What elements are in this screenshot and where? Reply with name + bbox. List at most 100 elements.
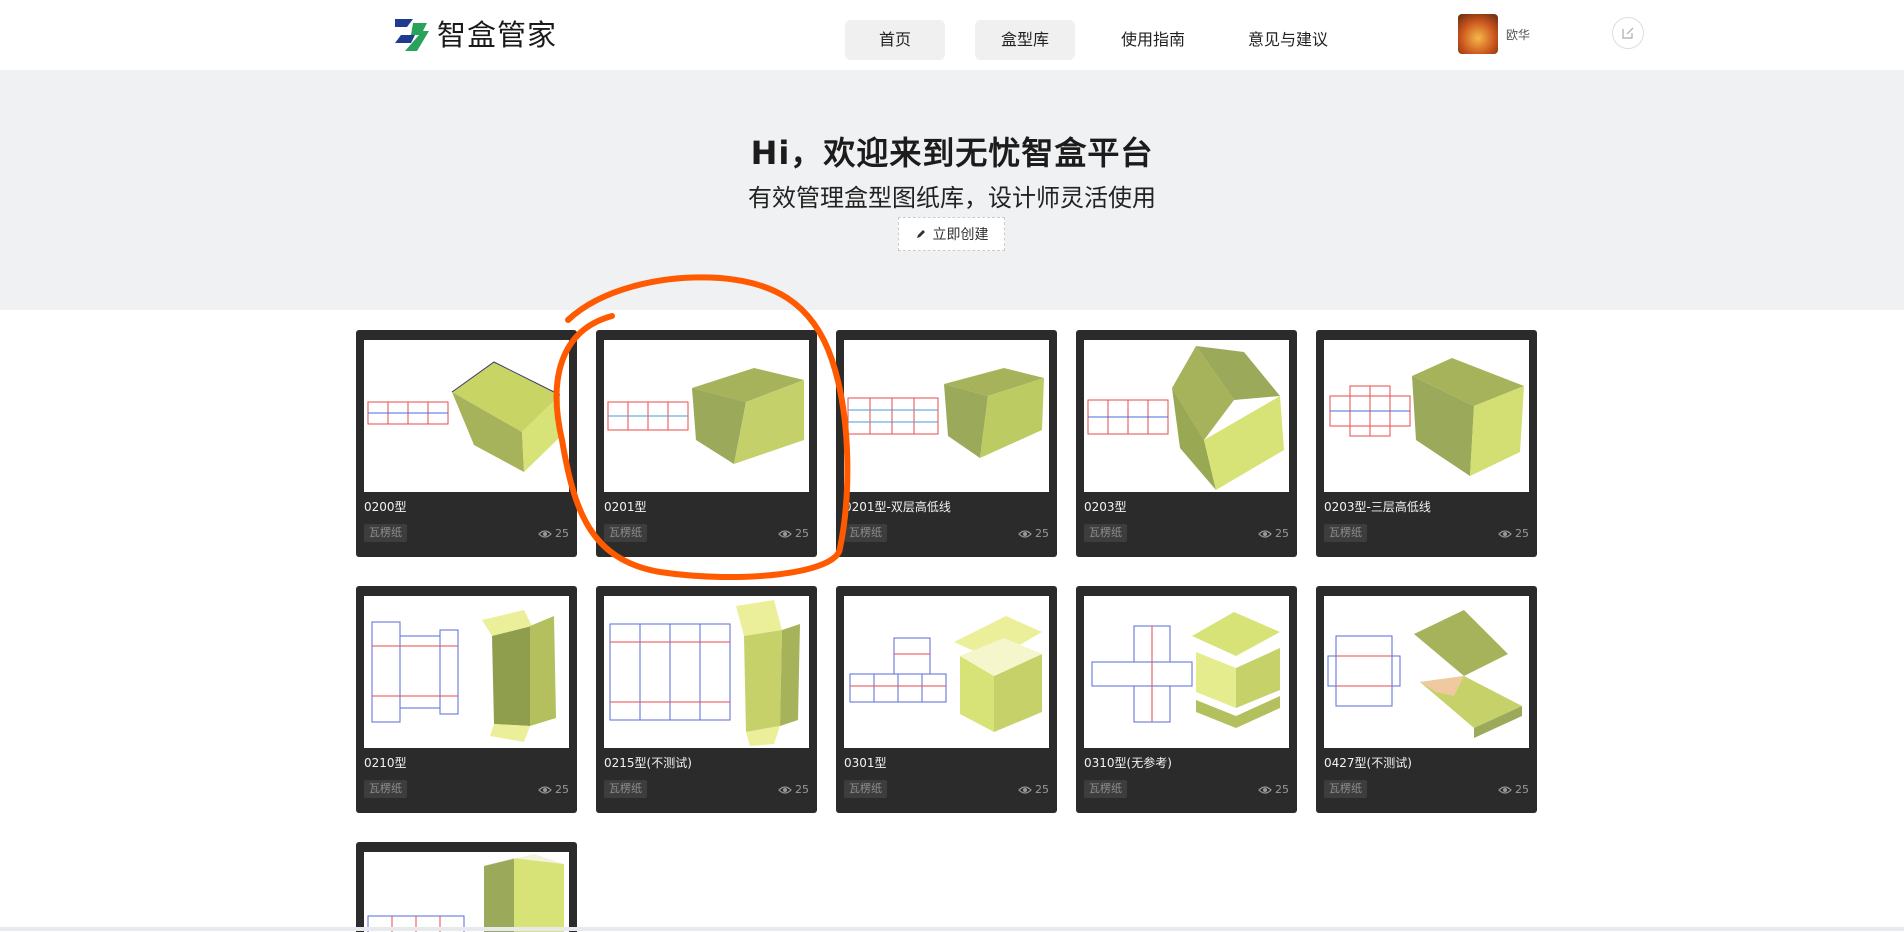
edit-icon bbox=[1622, 27, 1634, 39]
view-count-value: 25 bbox=[1515, 527, 1529, 540]
view-count: 25 bbox=[538, 527, 569, 540]
box-thumbnail bbox=[364, 596, 569, 748]
material-tag: 瓦楞纸 bbox=[1084, 524, 1127, 542]
view-count-value: 25 bbox=[1275, 783, 1289, 796]
logo-text: 智盒管家 bbox=[437, 18, 558, 52]
nav-feedback[interactable]: 意见与建议 bbox=[1233, 20, 1343, 60]
create-label: 立即创建 bbox=[932, 227, 989, 243]
eye-icon bbox=[1258, 785, 1272, 794]
logo[interactable]: 智盒管家 bbox=[393, 12, 557, 54]
box-thumbnail bbox=[1084, 340, 1289, 492]
nav-guide[interactable]: 使用指南 bbox=[1103, 20, 1203, 60]
box-thumbnail bbox=[604, 596, 809, 748]
box-preview-image bbox=[849, 616, 1042, 732]
view-count: 25 bbox=[1018, 527, 1049, 540]
box-thumbnail bbox=[1084, 596, 1289, 748]
box-card-0215[interactable]: 0215型(不测试) 瓦楞纸 25 bbox=[596, 586, 817, 813]
bottom-divider bbox=[0, 927, 1904, 931]
box-card-0200[interactable]: 0200型 瓦楞纸 25 bbox=[356, 330, 577, 557]
box-thumbnail bbox=[364, 852, 569, 932]
box-preview-image bbox=[367, 854, 564, 932]
view-count: 25 bbox=[1258, 783, 1289, 796]
view-count-value: 25 bbox=[1515, 783, 1529, 796]
box-preview-image bbox=[609, 600, 800, 746]
pencil-icon bbox=[916, 230, 925, 238]
material-tag: 瓦楞纸 bbox=[844, 780, 887, 798]
material-tag: 瓦楞纸 bbox=[1084, 780, 1127, 798]
avatar[interactable] bbox=[1458, 14, 1498, 54]
box-name: 0200型 bbox=[364, 500, 407, 514]
box-preview-image bbox=[1327, 610, 1522, 738]
material-tag: 瓦楞纸 bbox=[1324, 524, 1367, 542]
view-count-value: 25 bbox=[1035, 527, 1049, 540]
eye-icon bbox=[538, 529, 552, 538]
box-thumbnail bbox=[844, 340, 1049, 492]
box-name: 0201型 bbox=[604, 500, 647, 514]
box-card-0427[interactable]: 0427型(不测试) 瓦楞纸 25 bbox=[1316, 586, 1537, 813]
box-card-0310[interactable]: 0310型(无参考) 瓦楞纸 25 bbox=[1076, 586, 1297, 813]
box-name: 0310型(无参考) bbox=[1084, 756, 1172, 770]
box-preview-image bbox=[1091, 612, 1280, 728]
view-count-value: 25 bbox=[555, 527, 569, 540]
view-count-value: 25 bbox=[795, 783, 809, 796]
view-count: 25 bbox=[1498, 527, 1529, 540]
box-name: 0203型-三层高低线 bbox=[1324, 500, 1431, 514]
username[interactable]: 欧华 bbox=[1506, 26, 1530, 43]
box-card-partial[interactable] bbox=[356, 842, 577, 932]
view-count: 25 bbox=[1258, 527, 1289, 540]
user-menu[interactable]: 欧华 bbox=[1458, 14, 1530, 54]
box-preview-image bbox=[847, 368, 1044, 458]
box-card-0210[interactable]: 0210型 瓦楞纸 25 bbox=[356, 586, 577, 813]
material-tag: 瓦楞纸 bbox=[604, 780, 647, 798]
box-preview-image bbox=[371, 610, 556, 742]
top-header: 智盒管家 首页 盒型库 使用指南 意见与建议 欧华 bbox=[0, 0, 1904, 70]
material-tag: 瓦楞纸 bbox=[364, 524, 407, 542]
view-count-value: 25 bbox=[1275, 527, 1289, 540]
nav-home[interactable]: 首页 bbox=[845, 20, 945, 60]
box-preview-image bbox=[1087, 346, 1284, 490]
view-count-value: 25 bbox=[795, 527, 809, 540]
view-count: 25 bbox=[538, 783, 569, 796]
box-name: 0210型 bbox=[364, 756, 407, 770]
box-name: 0215型(不测试) bbox=[604, 756, 692, 770]
box-card-0203[interactable]: 0203型 瓦楞纸 25 bbox=[1076, 330, 1297, 557]
view-count: 25 bbox=[1018, 783, 1049, 796]
box-card-0201[interactable]: 0201型 瓦楞纸 25 bbox=[596, 330, 817, 557]
material-tag: 瓦楞纸 bbox=[1324, 780, 1367, 798]
view-count: 25 bbox=[778, 527, 809, 540]
box-card-0301[interactable]: 0301型 瓦楞纸 25 bbox=[836, 586, 1057, 813]
view-count: 25 bbox=[778, 783, 809, 796]
view-count: 25 bbox=[1498, 783, 1529, 796]
eye-icon bbox=[1498, 529, 1512, 538]
box-name: 0427型(不测试) bbox=[1324, 756, 1412, 770]
eye-icon bbox=[778, 529, 792, 538]
box-preview-image bbox=[367, 361, 561, 472]
box-thumbnail bbox=[1324, 596, 1529, 748]
hero-banner: Hi，欢迎来到无忧智盒平台 有效管理盒型图纸库，设计师灵活使用 立即创建 bbox=[0, 70, 1904, 310]
box-name: 0203型 bbox=[1084, 500, 1127, 514]
hero-title: Hi，欢迎来到无忧智盒平台 bbox=[750, 134, 1154, 172]
view-count-value: 25 bbox=[1035, 783, 1049, 796]
box-card-0203-triple[interactable]: 0203型-三层高低线 瓦楞纸 25 bbox=[1316, 330, 1537, 557]
edit-button[interactable] bbox=[1612, 17, 1644, 49]
eye-icon bbox=[1018, 529, 1032, 538]
box-thumbnail bbox=[844, 596, 1049, 748]
eye-icon bbox=[538, 785, 552, 794]
box-name: 0301型 bbox=[844, 756, 887, 770]
box-thumbnail bbox=[364, 340, 569, 492]
box-thumbnail bbox=[604, 340, 809, 492]
create-button[interactable]: 立即创建 bbox=[898, 217, 1005, 251]
box-card-0201-double[interactable]: 0201型-双层高低线 瓦楞纸 25 bbox=[836, 330, 1057, 557]
hero-subtitle: 有效管理盒型图纸库，设计师灵活使用 bbox=[748, 184, 1156, 212]
box-preview-image bbox=[1329, 358, 1524, 476]
material-tag: 瓦楞纸 bbox=[364, 780, 407, 798]
box-thumbnail bbox=[1324, 340, 1529, 492]
material-tag: 瓦楞纸 bbox=[844, 524, 887, 542]
nav-box-library[interactable]: 盒型库 bbox=[975, 20, 1075, 60]
eye-icon bbox=[1258, 529, 1272, 538]
view-count-value: 25 bbox=[555, 783, 569, 796]
box-preview-image bbox=[607, 368, 804, 464]
eye-icon bbox=[1498, 785, 1512, 794]
eye-icon bbox=[1018, 785, 1032, 794]
logo-icon bbox=[395, 19, 429, 51]
